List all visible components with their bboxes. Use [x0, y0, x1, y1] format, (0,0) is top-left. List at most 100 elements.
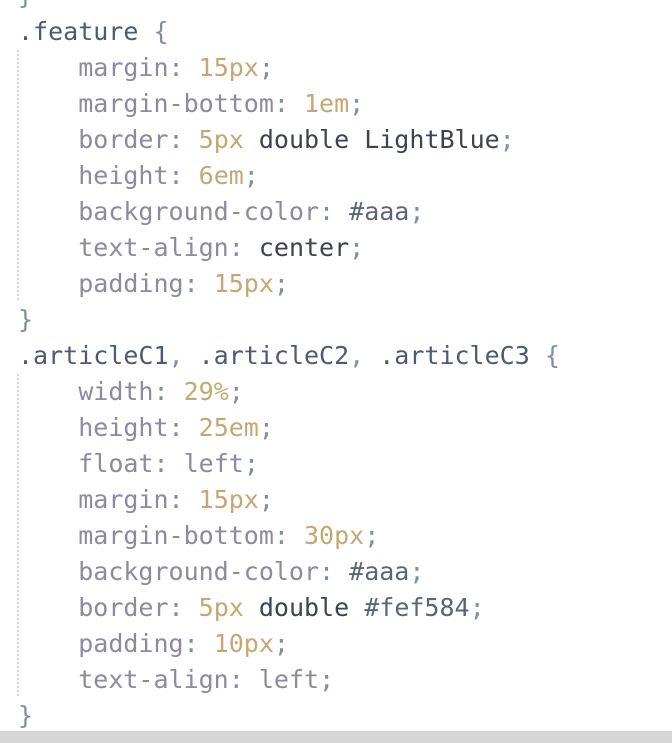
code-token: : — [168, 161, 199, 190]
code-token: ; — [349, 89, 365, 118]
code-token: padding — [78, 629, 184, 658]
code-token: margin — [78, 53, 169, 82]
code-token: ; — [364, 521, 380, 550]
code-token: ; — [258, 485, 274, 514]
code-token: ; — [469, 593, 485, 622]
code-token: , — [168, 341, 199, 370]
code-token: ; — [409, 557, 425, 586]
code-token: padding — [78, 269, 184, 298]
code-line[interactable]: } — [18, 698, 33, 731]
code-token: ; — [258, 53, 274, 82]
code-line[interactable]: margin: 15px; — [18, 482, 274, 518]
code-token: : — [273, 521, 304, 550]
code-line[interactable]: margin-bottom: 1em; — [18, 86, 364, 122]
code-token: float — [78, 449, 154, 478]
code-line[interactable]: .feature { — [18, 14, 169, 50]
code-token: ; — [349, 233, 365, 262]
code-line[interactable]: padding: 15px; — [18, 266, 289, 302]
code-token: background-color — [78, 197, 320, 226]
code-token: 5px — [198, 125, 244, 154]
code-token: : — [153, 449, 184, 478]
code-token: double — [243, 593, 365, 622]
code-token: : — [168, 593, 199, 622]
code-token: 29% — [183, 377, 229, 406]
code-token: ; — [243, 161, 259, 190]
code-token: height — [78, 161, 169, 190]
code-token: .articleC3 — [379, 341, 530, 370]
code-token: margin-bottom — [78, 89, 274, 118]
code-token: , — [349, 341, 380, 370]
code-token: 15px — [198, 485, 259, 514]
code-token: border — [78, 125, 169, 154]
code-token: margin-bottom — [78, 521, 274, 550]
code-line[interactable]: padding: 10px; — [18, 626, 289, 662]
code-token: : — [273, 89, 304, 118]
code-token: 5px — [198, 593, 244, 622]
code-token: } — [18, 701, 34, 730]
code-line[interactable]: margin: 15px; — [18, 50, 274, 86]
code-line[interactable]: text-align: left; — [18, 662, 334, 698]
code-line[interactable]: height: 25em; — [18, 410, 274, 446]
code-token: 6em — [198, 161, 244, 190]
code-token: 1em — [304, 89, 350, 118]
code-token: .articleC1 — [18, 341, 169, 370]
code-line[interactable]: margin-bottom: 30px; — [18, 518, 379, 554]
code-token: : — [153, 377, 184, 406]
code-token: #aaa — [349, 197, 410, 226]
code-line[interactable]: } — [18, 302, 33, 338]
code-token: } — [18, 305, 34, 334]
code-token: : — [168, 413, 199, 442]
code-token: left — [258, 665, 320, 694]
code-token: 15px — [213, 269, 274, 298]
code-line[interactable]: border: 5px double #fef584; — [18, 590, 485, 626]
code-token: margin — [78, 485, 169, 514]
code-token: center — [258, 233, 350, 262]
code-token: 15px — [198, 53, 259, 82]
code-token: text-align — [78, 665, 229, 694]
code-token: : — [228, 665, 259, 694]
code-line[interactable]: } — [18, 0, 33, 14]
code-line[interactable]: width: 29%; — [18, 374, 244, 410]
code-line[interactable]: float: left; — [18, 446, 259, 482]
code-token: #aaa — [349, 557, 410, 586]
code-token: : — [168, 125, 199, 154]
code-line[interactable]: background-color: #aaa; — [18, 194, 424, 230]
code-line[interactable]: background-color: #aaa; — [18, 554, 424, 590]
code-token: 25em — [198, 413, 259, 442]
code-token: .feature — [18, 17, 139, 46]
horizontal-scrollbar[interactable] — [0, 731, 672, 743]
code-token: ; — [243, 449, 259, 478]
code-token: ; — [258, 413, 274, 442]
code-token: ; — [409, 197, 425, 226]
code-token: text-align — [78, 233, 229, 262]
code-token: : — [228, 233, 259, 262]
code-token: border — [78, 593, 169, 622]
code-line[interactable]: .articleC1, .articleC2, .articleC3 { — [18, 338, 560, 374]
code-line[interactable]: text-align: center; — [18, 230, 364, 266]
code-token: : — [168, 485, 199, 514]
code-line[interactable]: height: 6em; — [18, 158, 259, 194]
code-token: : — [183, 269, 214, 298]
code-token: 30px — [304, 521, 365, 550]
code-token: } — [18, 0, 33, 10]
code-token: : — [168, 53, 199, 82]
code-editor[interactable]: } .feature { margin: 15px; margin-bottom:… — [0, 0, 672, 731]
code-token: { — [153, 17, 169, 46]
code-token: : — [183, 629, 214, 658]
code-line[interactable]: border: 5px double LightBlue; — [18, 122, 515, 158]
code-token: ; — [273, 629, 289, 658]
